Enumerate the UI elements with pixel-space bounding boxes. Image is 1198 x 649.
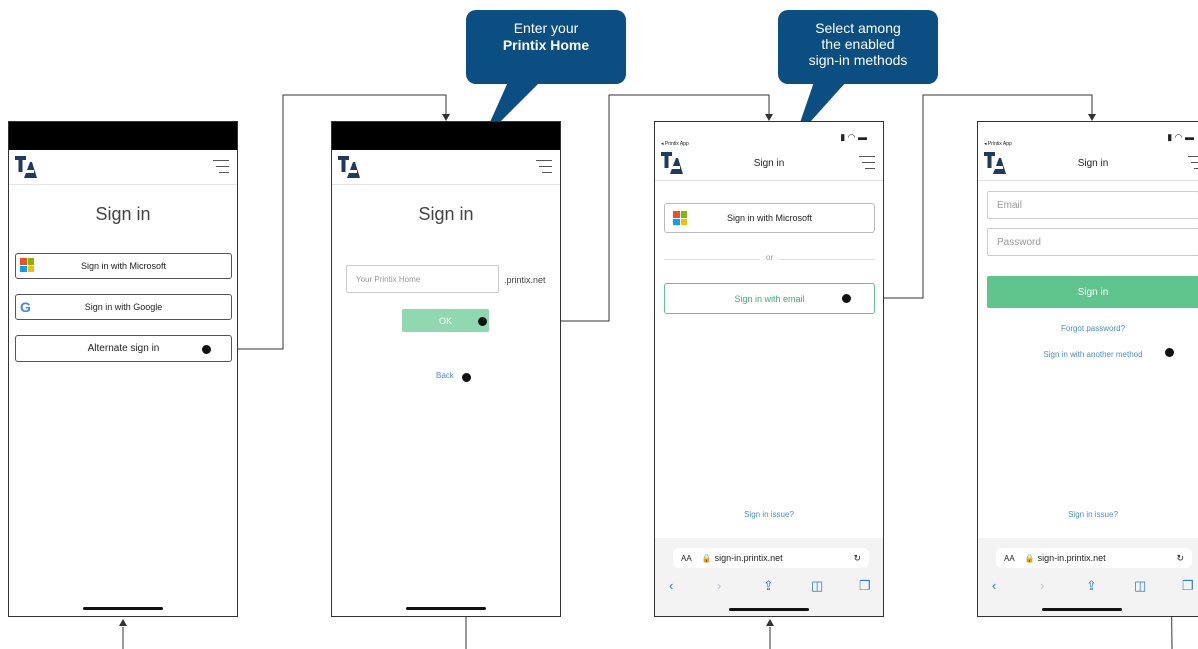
callout-sign-in-methods: Select among the enabled sign-in methods xyxy=(778,10,938,84)
app-header xyxy=(9,150,237,185)
tabs-icon[interactable]: ❐ xyxy=(859,578,871,594)
status-bar xyxy=(332,122,560,150)
sign-in-issue-link[interactable]: Sign in issue? xyxy=(978,510,1198,519)
text-size-button[interactable]: AA xyxy=(681,554,692,563)
page-title: Sign in xyxy=(418,204,474,224)
google-icon: G xyxy=(20,299,31,315)
alternate-sign-in-button[interactable]: Alternate sign in xyxy=(15,335,232,362)
safari-toolbar: AA 🔒 sign-in.printix.net ↻ ‹ › ⇪ ◫ ❐ xyxy=(978,538,1198,616)
sign-in-microsoft-button[interactable]: Sign in with Microsoft xyxy=(664,203,875,233)
connector-dot xyxy=(1165,348,1174,357)
text-size-button[interactable]: AA xyxy=(1004,554,1015,563)
app-header xyxy=(332,150,560,185)
screen-printix-home: Sign in Your Printix Home .printix.net O… xyxy=(331,121,561,617)
lock-icon: 🔒 xyxy=(1024,553,1035,563)
url-text: sign-in.printix.net xyxy=(1037,553,1106,563)
ios-status-bar: ◂ Printix App ▮ ◠ ▬ xyxy=(655,122,883,147)
sign-in-google-button[interactable]: G Sign in with Google xyxy=(15,294,232,320)
email-field[interactable]: Email xyxy=(987,191,1198,219)
bookmarks-icon[interactable]: ◫ xyxy=(811,578,823,594)
url-text: sign-in.printix.net xyxy=(714,553,783,563)
home-indicator xyxy=(406,607,486,610)
ta-logo-icon xyxy=(338,156,360,178)
signal-wifi-battery-icon: ▮ ◠ ▬ xyxy=(1167,132,1194,142)
share-icon[interactable]: ⇪ xyxy=(1086,578,1097,594)
tabs-icon[interactable]: ❐ xyxy=(1182,578,1194,594)
callout-printix-home: Enter your Printix Home xyxy=(466,10,626,84)
app-header: Sign in xyxy=(655,146,883,181)
header-title: Sign in xyxy=(1077,158,1109,169)
page-title: Sign in xyxy=(95,204,151,224)
ios-status-bar: ◂ Printix App ▮ ◠ ▬ xyxy=(978,122,1198,147)
back-icon[interactable]: ‹ xyxy=(992,578,996,593)
connector-dot xyxy=(202,345,211,354)
ok-button[interactable]: OK xyxy=(402,309,489,332)
signal-wifi-battery-icon: ▮ ◠ ▬ xyxy=(840,132,867,142)
reload-icon[interactable]: ↻ xyxy=(853,553,861,564)
domain-suffix: .printix.net xyxy=(504,275,546,285)
screen-sign-in-methods: ◂ Printix App ▮ ◠ ▬ Sign in Sign in with… xyxy=(654,121,884,617)
app-header: Sign in xyxy=(978,146,1198,181)
screen-sign-in-options: Sign in Sign in with Microsoft G Sign in… xyxy=(8,121,238,617)
reload-icon[interactable]: ↻ xyxy=(1176,553,1184,564)
ta-logo-icon xyxy=(15,156,37,178)
microsoft-icon xyxy=(673,211,689,227)
url-bar[interactable]: AA 🔒 sign-in.printix.net ↻ xyxy=(996,548,1192,568)
back-icon[interactable]: ‹ xyxy=(669,578,673,593)
menu-icon[interactable] xyxy=(859,156,875,170)
bookmarks-icon[interactable]: ◫ xyxy=(1134,578,1146,594)
forward-icon[interactable]: › xyxy=(717,578,721,593)
home-indicator xyxy=(1042,608,1122,611)
status-bar xyxy=(9,122,237,150)
share-icon[interactable]: ⇪ xyxy=(763,578,774,594)
home-indicator xyxy=(729,608,809,611)
microsoft-icon xyxy=(20,258,36,274)
menu-icon[interactable] xyxy=(1188,156,1198,170)
forward-icon[interactable]: › xyxy=(1040,578,1044,593)
connector-dot xyxy=(842,294,851,303)
home-indicator xyxy=(83,607,163,610)
or-label: or xyxy=(760,253,780,262)
password-field[interactable]: Password xyxy=(987,228,1198,256)
url-bar[interactable]: AA 🔒 sign-in.printix.net ↻ xyxy=(673,548,869,568)
connector-dot xyxy=(478,317,487,326)
back-link[interactable]: Back xyxy=(436,371,454,380)
header-title: Sign in xyxy=(753,158,785,169)
sign-in-button[interactable]: Sign in xyxy=(987,276,1198,308)
connector-dot xyxy=(462,373,471,382)
sign-in-microsoft-button[interactable]: Sign in with Microsoft xyxy=(15,253,232,279)
menu-icon[interactable] xyxy=(536,160,552,174)
screen-email-sign-in: ◂ Printix App ▮ ◠ ▬ Sign in Email Passwo… xyxy=(977,121,1198,617)
printix-home-input[interactable]: Your Printix Home xyxy=(346,265,499,293)
menu-icon[interactable] xyxy=(213,160,229,174)
sign-in-issue-link[interactable]: Sign in issue? xyxy=(655,510,883,519)
safari-toolbar: AA 🔒 sign-in.printix.net ↻ ‹ › ⇪ ◫ ❐ xyxy=(655,538,883,616)
lock-icon: 🔒 xyxy=(701,553,712,563)
forgot-password-link[interactable]: Forgot password? xyxy=(978,324,1198,333)
